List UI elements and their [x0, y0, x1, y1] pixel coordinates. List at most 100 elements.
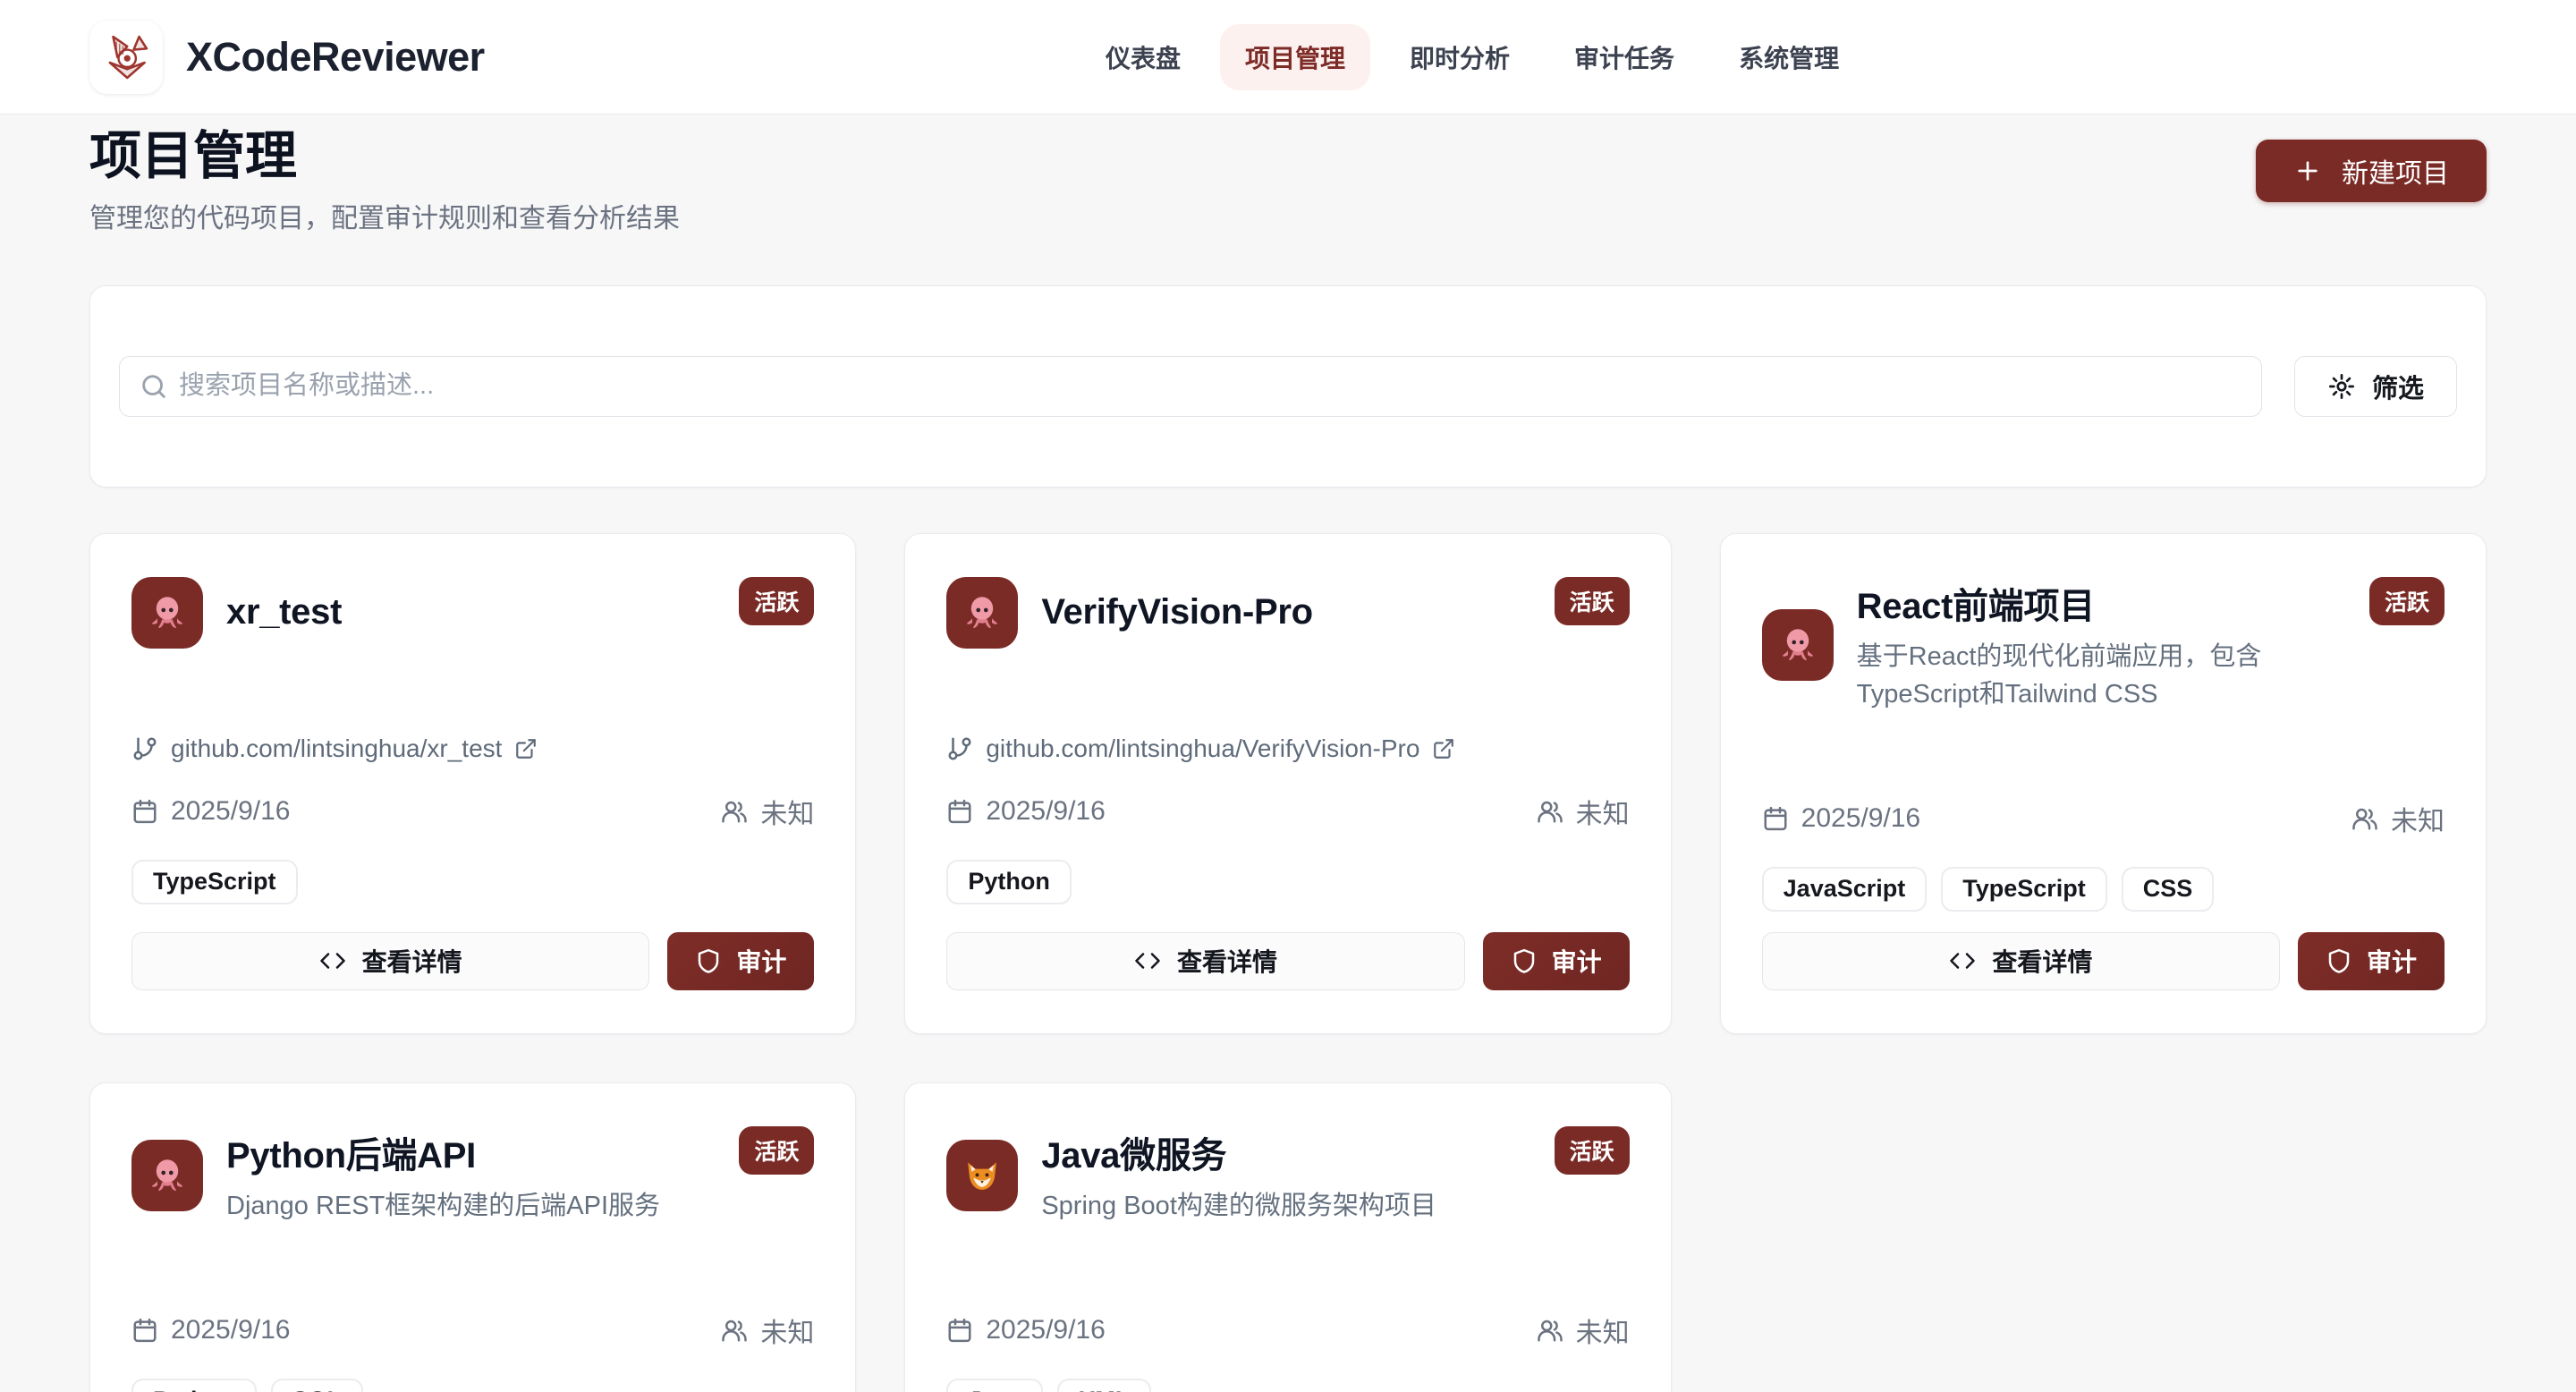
repo-url: github.com/lintsinghua/VerifyVision-Pro	[986, 734, 1419, 763]
nav-item-3[interactable]: 即时分析	[1385, 24, 1535, 90]
app-logo-icon	[89, 21, 163, 94]
owner-value: 未知	[2391, 799, 2445, 838]
shield-icon	[695, 947, 722, 974]
nav-item-5[interactable]: 系统管理	[1714, 24, 1864, 90]
created-date: 2025/9/16	[946, 1315, 1105, 1345]
language-tag: Python	[946, 860, 1072, 904]
shield-icon	[2326, 947, 2352, 974]
owner-info: 未知	[1537, 1311, 1630, 1350]
language-tag: Python	[131, 1379, 257, 1392]
nav-item-2[interactable]: 项目管理	[1220, 24, 1370, 90]
language-tags: JavaXML	[946, 1379, 1629, 1392]
project-avatar	[1762, 609, 1834, 681]
project-card-details: 2025/9/16 未知 Python SQL	[131, 1311, 814, 1392]
project-card: VerifyVision-Pro 活跃 github.com/lintsingh…	[904, 533, 1671, 1034]
date-value: 2025/9/16	[986, 1315, 1105, 1345]
audit-button[interactable]: 审计	[1483, 932, 1630, 990]
audit-button[interactable]: 审计	[2298, 932, 2445, 990]
project-avatar	[131, 577, 203, 649]
search-filter-panel: 筛选	[89, 285, 2487, 488]
repo-link[interactable]: github.com/lintsinghua/xr_test	[131, 734, 814, 763]
project-card-header: Python后端API Django REST框架构建的后端API服务	[131, 1126, 814, 1225]
project-card-details: 2025/9/16 未知 JavaXML	[946, 1311, 1629, 1392]
calendar-icon	[131, 798, 158, 825]
language-tags: JavaScriptTypeScriptCSS	[1762, 867, 2445, 912]
card-actions: 查看详情 审计	[1762, 932, 2445, 990]
owner-info: 未知	[1537, 792, 1630, 831]
status-badge: 活跃	[739, 577, 814, 625]
brand-home-link[interactable]: XCodeReviewer	[89, 21, 485, 94]
filter-label: 筛选	[2372, 368, 2424, 405]
project-title-block: React前端项目 基于React的现代化前端应用，包含TypeScript和T…	[1857, 577, 2337, 713]
status-badge: 活跃	[1555, 577, 1630, 625]
status-badge: 活跃	[739, 1126, 814, 1175]
created-date: 2025/9/16	[1762, 803, 1920, 834]
project-card: xr_test 活跃 github.com/lintsinghua/xr_tes…	[89, 533, 856, 1034]
filter-button[interactable]: 筛选	[2294, 356, 2457, 417]
calendar-icon	[131, 1317, 158, 1344]
card-actions: 查看详情 审计	[131, 932, 814, 990]
project-card-header: React前端项目 基于React的现代化前端应用，包含TypeScript和T…	[1762, 577, 2445, 713]
code-icon	[319, 947, 346, 974]
language-tag: SQL	[271, 1379, 364, 1392]
octopus-emoji	[148, 1156, 187, 1195]
users-icon	[1537, 798, 1563, 825]
code-icon	[1949, 947, 1976, 974]
page-header-row: 项目管理 管理您的代码项目，配置审计规则和查看分析结果 新建项目	[89, 127, 2487, 235]
top-navigation-bar: XCodeReviewer 仪表盘项目管理即时分析审计任务系统管理	[0, 0, 2576, 115]
project-name: VerifyVision-Pro	[1041, 592, 1312, 632]
view-details-label: 查看详情	[1177, 943, 1277, 979]
created-date: 2025/9/16	[131, 796, 290, 827]
project-name: Java微服务	[1041, 1126, 1436, 1178]
users-icon	[1537, 1317, 1563, 1344]
users-icon	[721, 1317, 748, 1344]
language-tag: JavaScript	[1762, 867, 1928, 912]
project-card-grid: xr_test 活跃 github.com/lintsinghua/xr_tes…	[89, 533, 2487, 1392]
audit-button[interactable]: 审计	[667, 932, 814, 990]
language-tag: CSS	[2122, 867, 2215, 912]
octopus-emoji	[962, 593, 1002, 632]
fox-emoji	[962, 1156, 1002, 1195]
language-tags: Python	[946, 860, 1629, 904]
project-card-header: VerifyVision-Pro	[946, 577, 1629, 649]
owner-info: 未知	[721, 792, 814, 831]
shield-icon	[1511, 947, 1538, 974]
card-actions: 查看详情 审计	[946, 932, 1629, 990]
search-input[interactable]	[119, 356, 2262, 417]
search-icon	[139, 371, 169, 402]
date-value: 2025/9/16	[171, 1315, 290, 1345]
language-tags: TypeScript	[131, 860, 814, 904]
code-icon	[1134, 947, 1161, 974]
owner-value: 未知	[760, 792, 814, 831]
search-box	[119, 356, 2262, 417]
owner-info: 未知	[721, 1311, 814, 1350]
created-date: 2025/9/16	[131, 1315, 290, 1345]
project-meta-row: 2025/9/16 未知	[946, 792, 1629, 831]
calendar-icon	[946, 1317, 973, 1344]
new-project-label: 新建项目	[2342, 151, 2449, 191]
view-details-button[interactable]: 查看详情	[131, 932, 649, 990]
project-management-page: 项目管理 管理您的代码项目，配置审计规则和查看分析结果 新建项目	[0, 127, 2576, 1392]
nav-item-4[interactable]: 审计任务	[1549, 24, 1699, 90]
repo-link[interactable]: github.com/lintsinghua/VerifyVision-Pro	[946, 734, 1629, 763]
new-project-button[interactable]: 新建项目	[2256, 140, 2487, 202]
view-details-button[interactable]: 查看详情	[946, 932, 1464, 990]
view-details-label: 查看详情	[1992, 943, 2092, 979]
repo-url: github.com/lintsinghua/xr_test	[171, 734, 502, 763]
owner-value: 未知	[760, 1311, 814, 1350]
calendar-icon	[1762, 805, 1789, 832]
plus-icon	[2293, 157, 2322, 185]
project-card: Python后端API Django REST框架构建的后端API服务 活跃	[89, 1082, 856, 1392]
language-tag: XML	[1057, 1379, 1151, 1392]
gear-icon	[2327, 372, 2356, 401]
project-description: Django REST框架构建的后端API服务	[226, 1187, 660, 1225]
git-branch-icon	[131, 735, 158, 762]
users-icon	[2351, 805, 2378, 832]
status-badge: 活跃	[2369, 577, 2445, 625]
nav-item-1[interactable]: 仪表盘	[1080, 24, 1206, 90]
audit-label: 审计	[1552, 943, 1602, 979]
project-description: 基于React的现代化前端应用，包含TypeScript和Tailwind CS…	[1857, 638, 2337, 713]
view-details-button[interactable]: 查看详情	[1762, 932, 2280, 990]
project-card: Java微服务 Spring Boot构建的微服务架构项目 活跃	[904, 1082, 1671, 1392]
octopus-emoji	[1778, 625, 1818, 665]
